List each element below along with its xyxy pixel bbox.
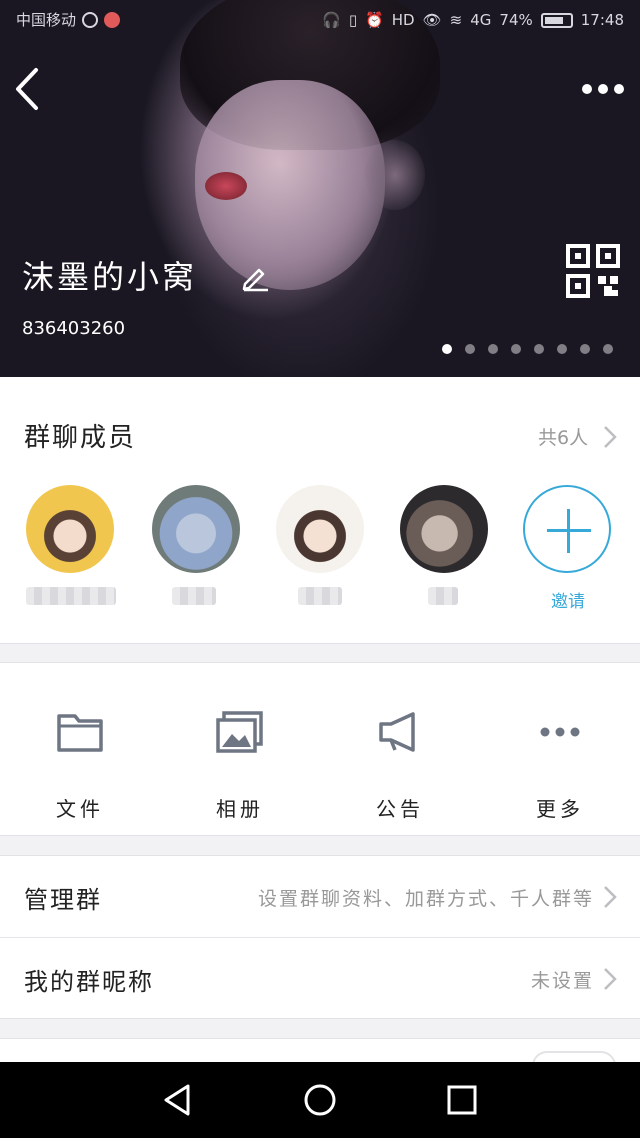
row-value: 设置群聊资料、加群方式、千人群等	[257, 888, 594, 910]
invite-button[interactable]: 邀请	[523, 485, 613, 612]
group-id: 836403260	[22, 318, 126, 339]
my-nickname-row[interactable]: 我的群昵称 未设置	[0, 937, 640, 1018]
member-item[interactable]	[26, 485, 118, 605]
member-name-blurred	[428, 587, 458, 605]
page-dot	[442, 344, 452, 354]
clock: 17:48	[580, 10, 624, 29]
nav-back-icon[interactable]	[160, 1082, 196, 1118]
feature-files[interactable]: 文件	[25, 707, 135, 822]
member-item[interactable]	[400, 485, 492, 605]
group-cover: 中国移动 🎧 ▯ ⏰ HD 👁 ≋ 4G 74% 17:48 沫墨的小窝 836…	[0, 0, 640, 377]
page-dot	[488, 344, 498, 354]
feature-announcement[interactable]: 公告	[345, 707, 455, 822]
page-dot	[465, 344, 475, 354]
feature-album[interactable]: 相册	[185, 707, 295, 822]
page-dot	[580, 344, 590, 354]
page-dot	[511, 344, 521, 354]
feature-label: 相册	[216, 797, 264, 821]
folder-icon	[57, 714, 103, 752]
hd-icon: HD	[391, 10, 415, 29]
network-label: 4G	[470, 10, 492, 29]
avatar[interactable]	[152, 485, 240, 573]
more-dot	[582, 84, 592, 94]
group-name: 沫墨的小窝	[22, 258, 198, 296]
more-dot	[598, 84, 608, 94]
album-icon	[216, 711, 263, 753]
battery-fill	[544, 16, 563, 24]
avatar[interactable]	[400, 485, 488, 573]
chevron-right-icon	[604, 968, 617, 990]
edit-icon[interactable]	[240, 262, 270, 292]
invite-label: 邀请	[551, 592, 585, 612]
vibrate-icon: ▯	[348, 10, 358, 29]
manage-group-row[interactable]: 管理群 设置群聊资料、加群方式、千人群等	[0, 856, 640, 937]
system-nav-bar	[0, 1062, 640, 1138]
members-count[interactable]: 共6人	[538, 423, 588, 450]
row-label: 我的群昵称	[24, 968, 154, 996]
headphones-icon: 🎧	[322, 10, 341, 29]
row-value: 未设置	[530, 970, 594, 992]
settings-list: 管理群 设置群聊资料、加群方式、千人群等 我的群昵称 未设置	[0, 855, 640, 1019]
member-name-blurred	[26, 587, 116, 605]
member-item[interactable]	[276, 485, 368, 605]
cover-photo-ear	[365, 140, 425, 210]
page-dot	[557, 344, 567, 354]
carrier-label: 中国移动	[16, 10, 77, 29]
features-section: 文件 相册 公告 更多	[0, 662, 640, 836]
more-options-button[interactable]	[578, 74, 628, 104]
cover-page-indicator	[442, 344, 613, 354]
page-dot	[534, 344, 544, 354]
back-icon[interactable]	[14, 66, 44, 112]
cover-photo-lips	[205, 172, 247, 200]
page-dot	[603, 344, 613, 354]
member-name-blurred	[298, 587, 342, 605]
battery-icon	[540, 12, 573, 28]
megaphone-icon	[379, 712, 415, 752]
avatar[interactable]	[276, 485, 364, 573]
weibo-notification-icon	[104, 12, 121, 28]
app-notification-icon	[82, 12, 99, 28]
qr-code-icon[interactable]	[566, 244, 620, 298]
chevron-right-icon	[604, 886, 617, 908]
wifi-icon: ≋	[449, 10, 463, 29]
feature-label: 文件	[56, 797, 104, 821]
more-dots-icon	[540, 727, 580, 737]
nav-home-icon[interactable]	[302, 1082, 338, 1118]
members-title: 群聊成员	[24, 423, 137, 453]
avatar[interactable]	[26, 485, 114, 573]
feature-label: 更多	[536, 797, 584, 821]
nav-recents-icon[interactable]	[444, 1082, 480, 1118]
members-section: 群聊成员 共6人 邀请	[0, 377, 640, 644]
battery-percent: 74%	[499, 10, 533, 29]
feature-label: 公告	[376, 797, 424, 821]
plus-icon[interactable]	[523, 485, 611, 573]
member-name-blurred	[172, 587, 216, 605]
more-dot	[614, 84, 624, 94]
member-item[interactable]	[152, 485, 244, 605]
status-bar: 中国移动 🎧 ▯ ⏰ HD 👁 ≋ 4G 74% 17:48	[0, 0, 640, 40]
row-label: 管理群	[24, 886, 102, 914]
alarm-icon: ⏰	[365, 10, 384, 29]
feature-more[interactable]: 更多	[505, 707, 615, 822]
chevron-right-icon[interactable]	[603, 425, 617, 449]
eye-icon: 👁	[422, 10, 442, 29]
